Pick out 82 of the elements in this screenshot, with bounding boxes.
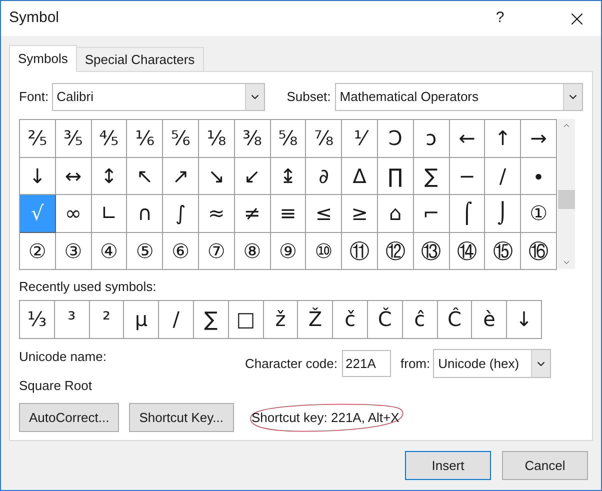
symbol-cell[interactable]: ↔ <box>56 158 92 195</box>
font-label: Font: <box>19 88 49 106</box>
font-dropdown[interactable]: Calibri <box>52 83 265 111</box>
symbol-cell[interactable]: ← <box>450 120 486 158</box>
shortcut-key-text: Shortcut key: 221A, Alt+X <box>252 410 400 424</box>
symbol-cell[interactable]: ↗ <box>163 158 199 195</box>
symbol-cell[interactable]: ≥ <box>342 195 378 232</box>
symbol-cell[interactable]: ⅟ <box>342 120 378 158</box>
character-code-field[interactable]: 221A <box>342 350 390 377</box>
symbol-cell[interactable]: ⌐ <box>414 195 450 232</box>
symbol-cell[interactable]: ⅖ <box>20 120 56 158</box>
symbol-cell[interactable]: ↄ <box>414 120 450 158</box>
symbol-cell[interactable]: ∞ <box>56 195 92 232</box>
symbol-cell[interactable]: − <box>450 158 486 195</box>
symbol-cell[interactable]: ⅙ <box>127 120 164 158</box>
symbol-cell[interactable]: ⑨ <box>270 232 306 270</box>
recent-label: Recently used symbols: <box>19 278 158 296</box>
symbol-cell[interactable]: ∑ <box>414 158 450 195</box>
symbol-cell[interactable]: ≡ <box>270 195 306 232</box>
symbol-cell[interactable]: ⑯ <box>521 232 557 270</box>
chevron-down-icon <box>562 258 571 267</box>
symbol-cell[interactable]: Ↄ <box>378 120 414 158</box>
subset-dropdown[interactable]: Mathematical Operators <box>334 83 583 111</box>
unicode-name: Square Root <box>19 377 93 395</box>
subset-label: Subset: <box>286 88 331 106</box>
symbol-cell[interactable]: ② <box>20 232 56 270</box>
symbol-cell[interactable]: ∩ <box>127 195 164 232</box>
symbol-cell[interactable]: ∕ <box>485 158 522 195</box>
character-code-label: Character code: <box>245 354 338 373</box>
symbol-cell[interactable]: ⑬ <box>414 232 450 270</box>
symbol-cell[interactable]: ⑮ <box>485 232 522 270</box>
symbol-cell[interactable]: ≈ <box>198 195 235 232</box>
symbol-cell[interactable]: ⑪ <box>342 232 378 270</box>
symbol-cell[interactable]: ≤ <box>306 195 342 232</box>
symbol-cell[interactable]: ⅚ <box>163 120 199 158</box>
dialog-button[interactable]: Insert <box>405 451 491 480</box>
symbol-cell[interactable]: ⑭ <box>450 232 486 270</box>
symbol-cell[interactable]: ≠ <box>234 195 271 232</box>
symbol-cell[interactable]: → <box>521 120 557 158</box>
symbol-cell[interactable]: ⑥ <box>163 232 199 270</box>
symbol-cell[interactable]: ∫ <box>163 195 199 232</box>
unicode-name-label: Unicode name: <box>19 348 108 366</box>
scrollbar-thumb[interactable] <box>558 190 575 209</box>
help-button[interactable]: ? <box>485 4 515 34</box>
tab[interactable]: Symbols <box>9 45 77 72</box>
symbol-cell[interactable]: ⌂ <box>378 195 414 232</box>
symbol-cell[interactable]: ⑤ <box>127 232 164 270</box>
symbol-cell[interactable]: ∙ <box>521 158 557 195</box>
symbol-cell[interactable]: ↘ <box>198 158 235 195</box>
symbol-cell[interactable]: ⑦ <box>198 232 235 270</box>
symbol-cell[interactable]: ⌠ <box>450 195 486 232</box>
chevron-up-icon <box>562 121 571 130</box>
symbol-cell[interactable]: ⅝ <box>270 120 306 158</box>
symbol-cell[interactable]: ⑩ <box>306 232 342 270</box>
symbol-cell[interactable]: ⑧ <box>234 232 271 270</box>
dialog-button[interactable]: Shortcut Key... <box>129 402 234 432</box>
symbol-cell[interactable]: ↖ <box>127 158 164 195</box>
window-title: Symbol <box>9 8 60 28</box>
from-dropdown[interactable]: Unicode (hex) <box>433 349 552 378</box>
symbol-cell[interactable]: ⅞ <box>306 120 342 158</box>
symbol-cell[interactable]: ⅜ <box>234 120 271 158</box>
symbol-cell[interactable]: ① <box>521 195 557 232</box>
symbol-cell[interactable]: ∂ <box>306 158 342 195</box>
symbol-cell[interactable]: ↨ <box>270 158 306 195</box>
symbol-cell[interactable]: ↙ <box>234 158 271 195</box>
symbol-cell[interactable]: ③ <box>56 232 92 270</box>
from-label: from: <box>400 354 430 373</box>
symbol-cell[interactable]: ↑ <box>485 120 522 158</box>
tab[interactable]: Special Characters <box>76 47 204 71</box>
symbol-cell[interactable]: ∆ <box>342 158 378 195</box>
dialog-button[interactable]: Cancel <box>502 451 588 480</box>
symbol-cell[interactable]: ⑫ <box>378 232 414 270</box>
symbol-cell[interactable]: ∟ <box>92 195 128 232</box>
dialog-button[interactable]: AutoCorrect... <box>19 402 120 432</box>
symbol-cell[interactable]: ④ <box>92 232 128 270</box>
symbol-cell[interactable]: ∏ <box>378 158 414 195</box>
symbol-cell[interactable]: ⌡ <box>485 195 522 232</box>
symbol-cell[interactable]: ↕ <box>92 158 128 195</box>
symbol-cell[interactable]: ⅘ <box>92 120 128 158</box>
symbol-cell[interactable]: ⅛ <box>198 120 235 158</box>
symbol-cell[interactable]: ⅗ <box>56 120 92 158</box>
scrollbar[interactable] <box>558 119 575 269</box>
